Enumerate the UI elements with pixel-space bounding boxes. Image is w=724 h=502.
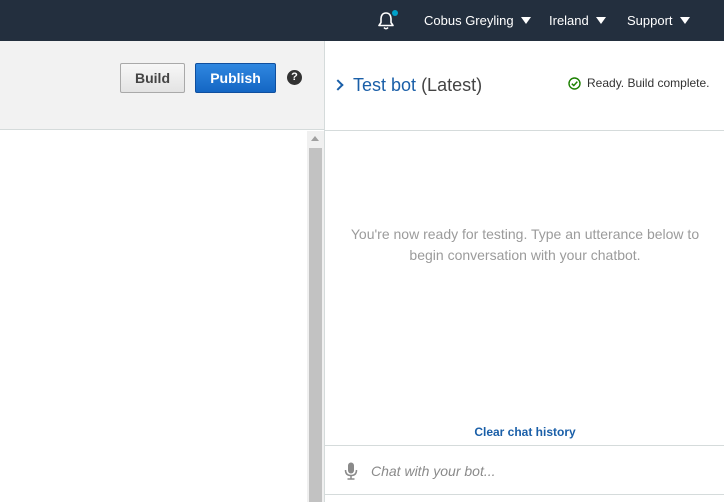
caret-down-icon — [679, 17, 690, 24]
account-menu[interactable]: Cobus Greyling — [424, 0, 531, 41]
caret-down-icon — [520, 17, 531, 24]
region-menu[interactable]: Ireland — [549, 0, 606, 41]
support-label: Support — [627, 13, 673, 28]
notification-dot — [392, 10, 398, 16]
editor-panel: Build Publish ? — [0, 41, 324, 502]
account-name: Cobus Greyling — [424, 13, 514, 28]
chevron-right-icon[interactable] — [332, 79, 344, 91]
region-name: Ireland — [549, 13, 589, 28]
help-icon[interactable]: ? — [287, 70, 302, 85]
microphone-icon[interactable] — [344, 462, 358, 480]
bot-name: Test bot — [353, 75, 417, 95]
test-bot-panel: Test bot (Latest) Ready. Build complete.… — [324, 41, 724, 502]
build-status: Ready. Build complete. — [568, 76, 710, 90]
check-circle-icon — [568, 76, 581, 90]
chat-empty-message: You're now ready for testing. Type an ut… — [350, 226, 700, 263]
clear-chat-history-link[interactable]: Clear chat history — [325, 425, 724, 439]
editor-toolbar: Build Publish ? — [0, 41, 324, 130]
bot-version: (Latest) — [421, 75, 483, 95]
vertical-scrollbar[interactable] — [307, 131, 324, 502]
build-button[interactable]: Build — [120, 63, 185, 93]
test-bot-title: Test bot (Latest) — [353, 75, 482, 96]
editor-content-area — [0, 131, 307, 502]
build-status-text: Ready. Build complete. — [587, 76, 710, 90]
support-menu[interactable]: Support — [627, 0, 690, 41]
publish-button[interactable]: Publish — [195, 63, 276, 93]
test-bot-header: Test bot (Latest) Ready. Build complete. — [325, 41, 724, 131]
chat-input[interactable] — [371, 460, 711, 482]
top-nav-bar: Cobus Greyling Ireland Support — [0, 0, 724, 41]
scrollbar-thumb[interactable] — [309, 148, 322, 502]
caret-down-icon — [595, 17, 606, 24]
chat-input-bar — [325, 445, 724, 495]
scroll-up-arrow-icon[interactable] — [311, 136, 319, 141]
